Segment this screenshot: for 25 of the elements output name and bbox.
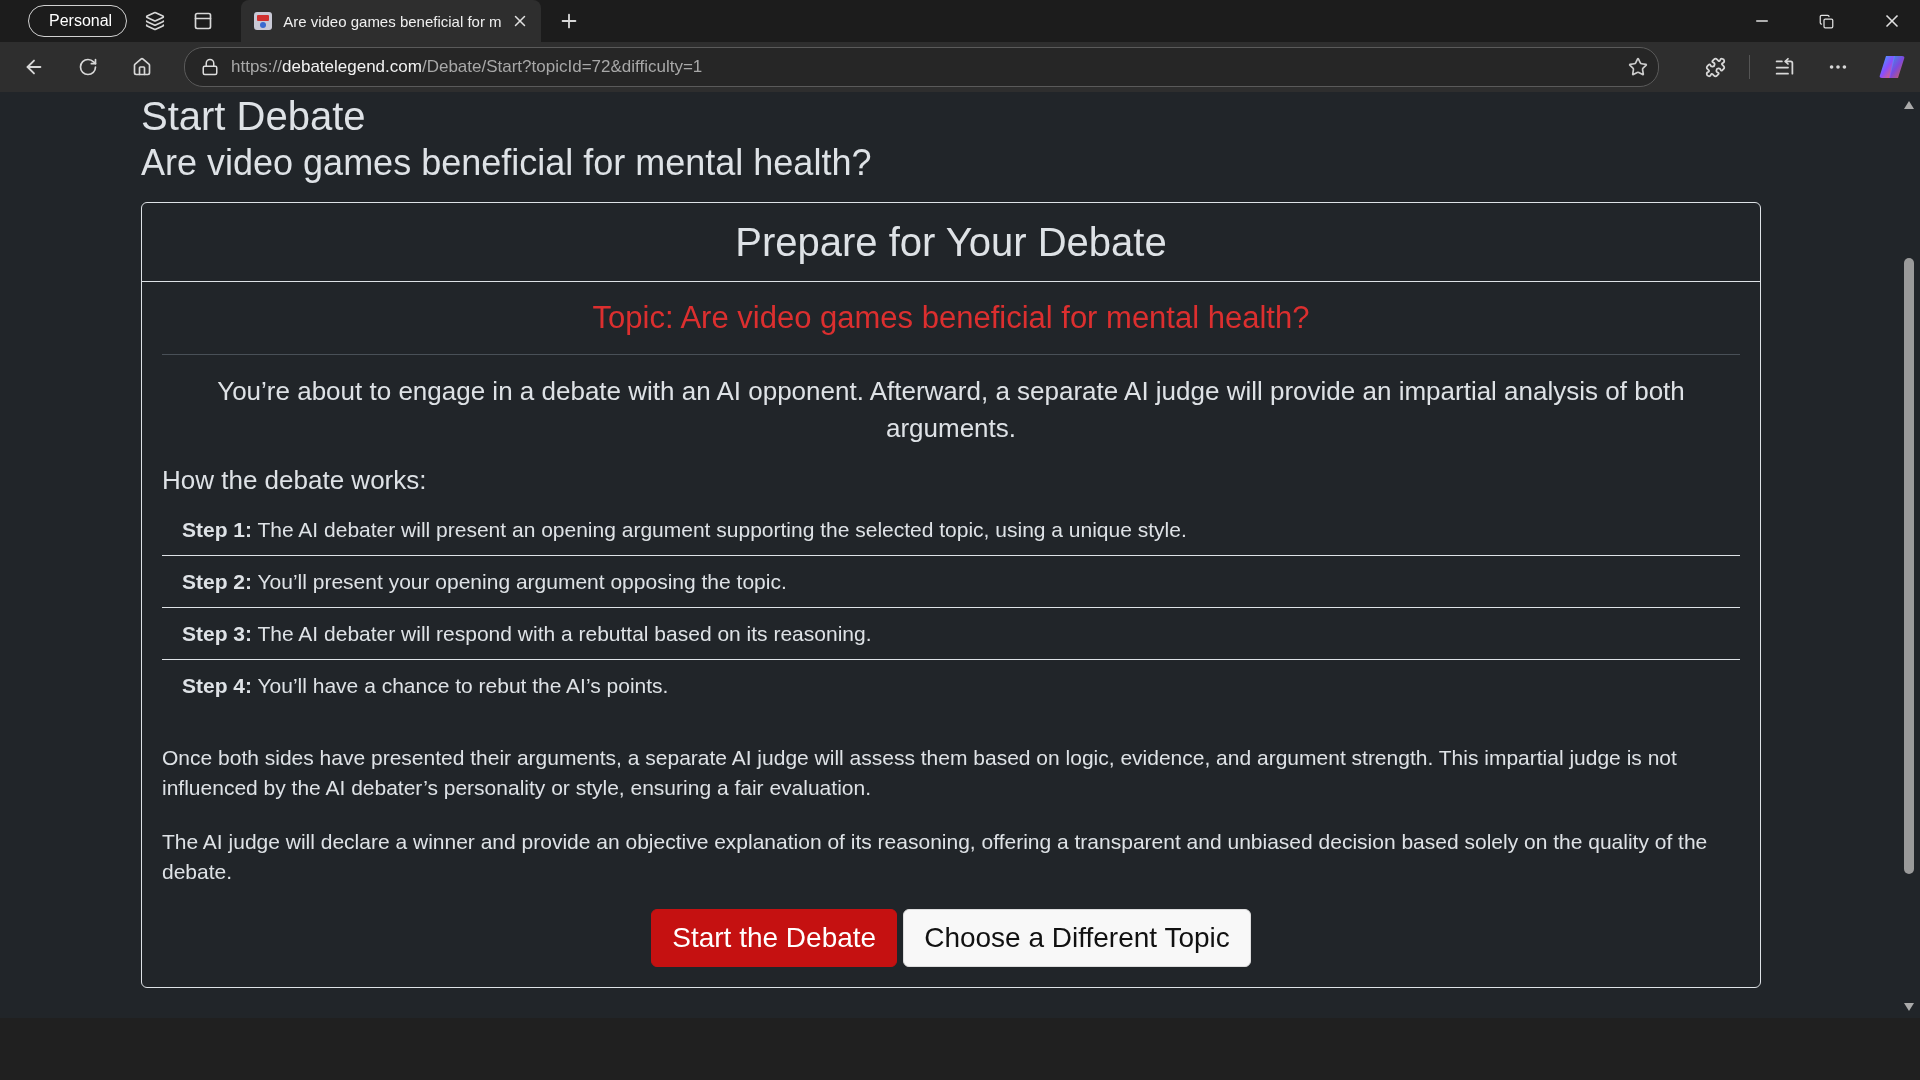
- profile-button[interactable]: Personal: [28, 5, 128, 37]
- step-text: Step 2: You’ll present your opening argument opposing the topic.: [182, 569, 787, 594]
- scroll-thumb[interactable]: [1904, 258, 1914, 874]
- browser-tab[interactable]: Are video games beneficial for m: [241, 0, 542, 42]
- choose-topic-button[interactable]: Choose a Different Topic: [903, 909, 1251, 967]
- step-text: Step 1: The AI debater will present an opening argument supporting the selected topic, using a unique style.: [182, 517, 1187, 542]
- steps-heading: How the debate works:: [162, 465, 428, 496]
- scroll-down-icon[interactable]: [1903, 1002, 1915, 1012]
- explanation-text: The AI judge will declare a winner and provide an objective explanation of its reasoning, offering a transparent and unbiased decision based solely on the quality of the debate.: [162, 829, 1709, 885]
- explanation-text: Once both sides have presented their arguments, a separate AI judge will assess them based on logic, evidence, and argument strength. This impartial judge is not influenced by the AI debater’s personality or style, ensuring a fair evaluation.: [162, 745, 1678, 801]
- start-button[interactable]: Start the Debate: [651, 909, 898, 967]
- tab-title: Are video games beneficial for m: [283, 12, 502, 30]
- scroll-up-icon[interactable]: [1903, 100, 1915, 110]
- url-text: https://debatelegend.com/Debate/Start?topicId=72&difficulty=1: [231, 57, 704, 77]
- card-title: Prepare for Your Debate: [735, 219, 1167, 265]
- topic-heading: Topic: Are video games beneficial for mental health?: [162, 300, 1740, 355]
- intro-text: You’re about to engage in a debate with an AI opponent. Afterward, a separate AI judge will provide an impartial analysis of both arguments.: [216, 375, 1686, 445]
- address-bar[interactable]: https://debatelegend.com/Debate/Start?topicId=72&difficulty=1: [184, 47, 1659, 87]
- step-text: Step 4: You’ll have a chance to rebut the AI’s points.: [182, 673, 669, 698]
- topic-subtitle: Are video games beneficial for mental health?: [141, 141, 873, 185]
- page-heading: Start Debate: [141, 94, 367, 138]
- star-icon[interactable]: [1628, 57, 1648, 77]
- step-text: Step 3: The AI debater will respond with a rebuttal based on its reasoning.: [182, 621, 872, 646]
- lock-icon: [201, 58, 219, 76]
- favicon-icon: [253, 11, 274, 31]
